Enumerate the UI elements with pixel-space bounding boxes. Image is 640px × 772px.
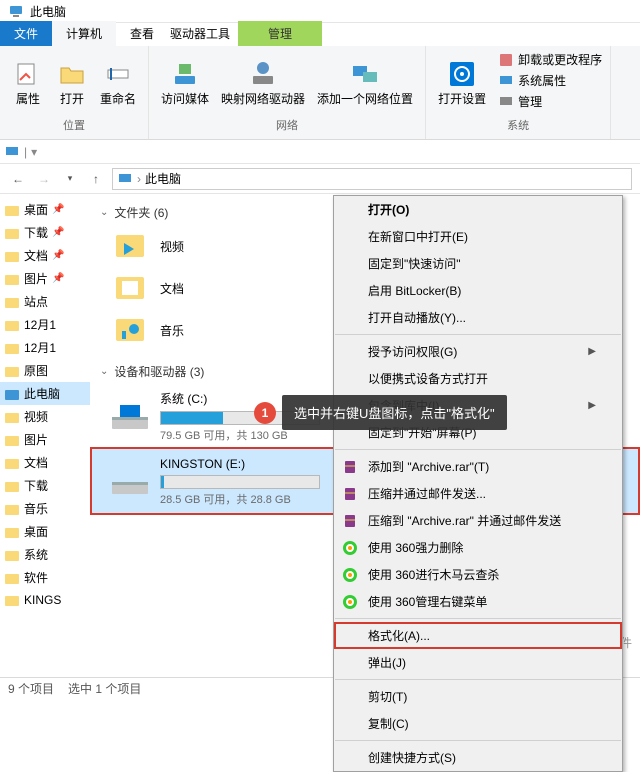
tab-file[interactable]: 文件 [0, 21, 52, 46]
context-menu-item[interactable]: 压缩并通过邮件发送... [334, 480, 622, 507]
ribbon-group-network: 访问媒体 映射网络驱动器 添加一个网络位置 网络 [149, 46, 426, 139]
pc-icon [4, 144, 20, 160]
tree-item[interactable]: 系统 [0, 543, 90, 566]
context-menu-item[interactable]: 打开自动播放(Y)... [334, 304, 622, 331]
tree-item[interactable]: 下载📌 [0, 221, 90, 244]
window-title: 此电脑 [30, 3, 66, 20]
context-menu-item[interactable]: 创建快捷方式(S) [334, 744, 622, 771]
context-menu-item[interactable]: 复制(C) [334, 710, 622, 737]
tree-item[interactable]: 视频 [0, 405, 90, 428]
btn-rename[interactable]: 重命名 [94, 50, 142, 115]
context-menu-item[interactable]: 使用 360强力删除 [334, 534, 622, 561]
context-menu-item[interactable]: 固定到"快速访问" [334, 250, 622, 277]
context-menu-item[interactable]: 弹出(J) [334, 649, 622, 676]
btn-manage[interactable]: 管理 [496, 92, 604, 111]
annotation-callout: 1 选中并右键U盘图标，点击"格式化" [254, 395, 507, 430]
tree-item[interactable]: 桌面📌 [0, 198, 90, 221]
tree-item[interactable]: 音乐 [0, 497, 90, 520]
context-menu-item[interactable]: 剪切(T) [334, 683, 622, 710]
tree-item[interactable]: 图片📌 [0, 267, 90, 290]
tab-drive-tools[interactable]: 驱动器工具 [156, 21, 244, 46]
btn-open-settings[interactable]: 打开设置 [432, 50, 492, 115]
ribbon-tabs: 文件 计算机 查看 管理 [0, 23, 640, 46]
tree-item[interactable]: 文档📌 [0, 244, 90, 267]
context-menu-item[interactable]: 以便携式设备方式打开 [334, 365, 622, 392]
tree-item[interactable]: 此电脑 [0, 382, 90, 405]
context-menu-item[interactable]: 在新窗口中打开(E) [334, 223, 622, 250]
tree-item[interactable]: 软件 [0, 566, 90, 589]
btn-access-media[interactable]: 访问媒体 [155, 50, 215, 115]
btn-map-network[interactable]: 映射网络驱动器 [215, 50, 311, 115]
tab-computer[interactable]: 计算机 [52, 21, 116, 46]
btn-add-network[interactable]: 添加一个网络位置 [311, 50, 419, 115]
qat-dropdown[interactable]: ▾ [31, 145, 37, 159]
tree-item[interactable]: 12月1 [0, 336, 90, 359]
context-menu-item[interactable]: 添加到 "Archive.rar"(T) [334, 453, 622, 480]
nav-up[interactable]: ↑ [86, 169, 106, 189]
pc-icon [8, 3, 24, 19]
ribbon-group-system: 打开设置 卸载或更改程序 系统属性 管理 系统 [426, 46, 611, 139]
tree-item[interactable]: 文档 [0, 451, 90, 474]
context-menu-item[interactable]: 授予访问权限(G)▶ [334, 338, 622, 365]
context-menu-item[interactable]: 格式化(A)... [334, 622, 622, 649]
status-selection: 选中 1 个项目 [68, 680, 141, 697]
context-menu-item[interactable]: 压缩到 "Archive.rar" 并通过邮件发送 [334, 507, 622, 534]
nav-recent[interactable]: ▾ [60, 169, 80, 189]
context-menu-item[interactable]: 使用 360进行木马云查杀 [334, 561, 622, 588]
btn-properties[interactable]: 属性 [6, 50, 50, 115]
btn-sysprops[interactable]: 系统属性 [496, 71, 604, 90]
breadcrumb[interactable]: 此电脑 [145, 170, 181, 187]
nav-back[interactable]: ← [8, 169, 28, 189]
annotation-text: 选中并右键U盘图标，点击"格式化" [282, 395, 507, 430]
tree-item[interactable]: KINGS [0, 589, 90, 611]
tab-manage[interactable]: 管理 [238, 21, 322, 46]
annotation-badge: 1 [254, 402, 276, 424]
pc-icon [117, 171, 133, 187]
ribbon-group-location: 属性 打开 重命名 位置 [0, 46, 149, 139]
context-menu-item[interactable]: 启用 BitLocker(B) [334, 277, 622, 304]
tree-item[interactable]: 下载 [0, 474, 90, 497]
btn-uninstall[interactable]: 卸载或更改程序 [496, 50, 604, 69]
quick-access-toolbar: | ▾ [0, 140, 640, 164]
address-bar-row: ← → ▾ ↑ › 此电脑 [0, 164, 640, 194]
tree-item[interactable]: 12月1 [0, 313, 90, 336]
context-menu-item[interactable]: 打开(O) [334, 196, 622, 223]
nav-fwd[interactable]: → [34, 169, 54, 189]
context-menu-item[interactable]: 使用 360管理右键菜单 [334, 588, 622, 615]
btn-open[interactable]: 打开 [50, 50, 94, 115]
tree-item[interactable]: 站点 [0, 290, 90, 313]
qat-sep: | [24, 145, 27, 159]
nav-tree: 桌面📌下载📌文档📌图片📌站点12月112月1原图此电脑视频图片文档下载音乐桌面系… [0, 194, 90, 677]
tree-item[interactable]: 原图 [0, 359, 90, 382]
status-count: 9 个项目 [8, 680, 54, 697]
tree-item[interactable]: 桌面 [0, 520, 90, 543]
title-bar: 此电脑 [0, 0, 640, 23]
tree-item[interactable]: 图片 [0, 428, 90, 451]
context-menu: 打开(O)在新窗口中打开(E)固定到"快速访问"启用 BitLocker(B)打… [333, 195, 623, 772]
ribbon: 属性 打开 重命名 位置 访问媒体 映射网络驱动器 添加一个网络位置 网络 打开… [0, 46, 640, 140]
address-bar[interactable]: › 此电脑 [112, 168, 632, 190]
